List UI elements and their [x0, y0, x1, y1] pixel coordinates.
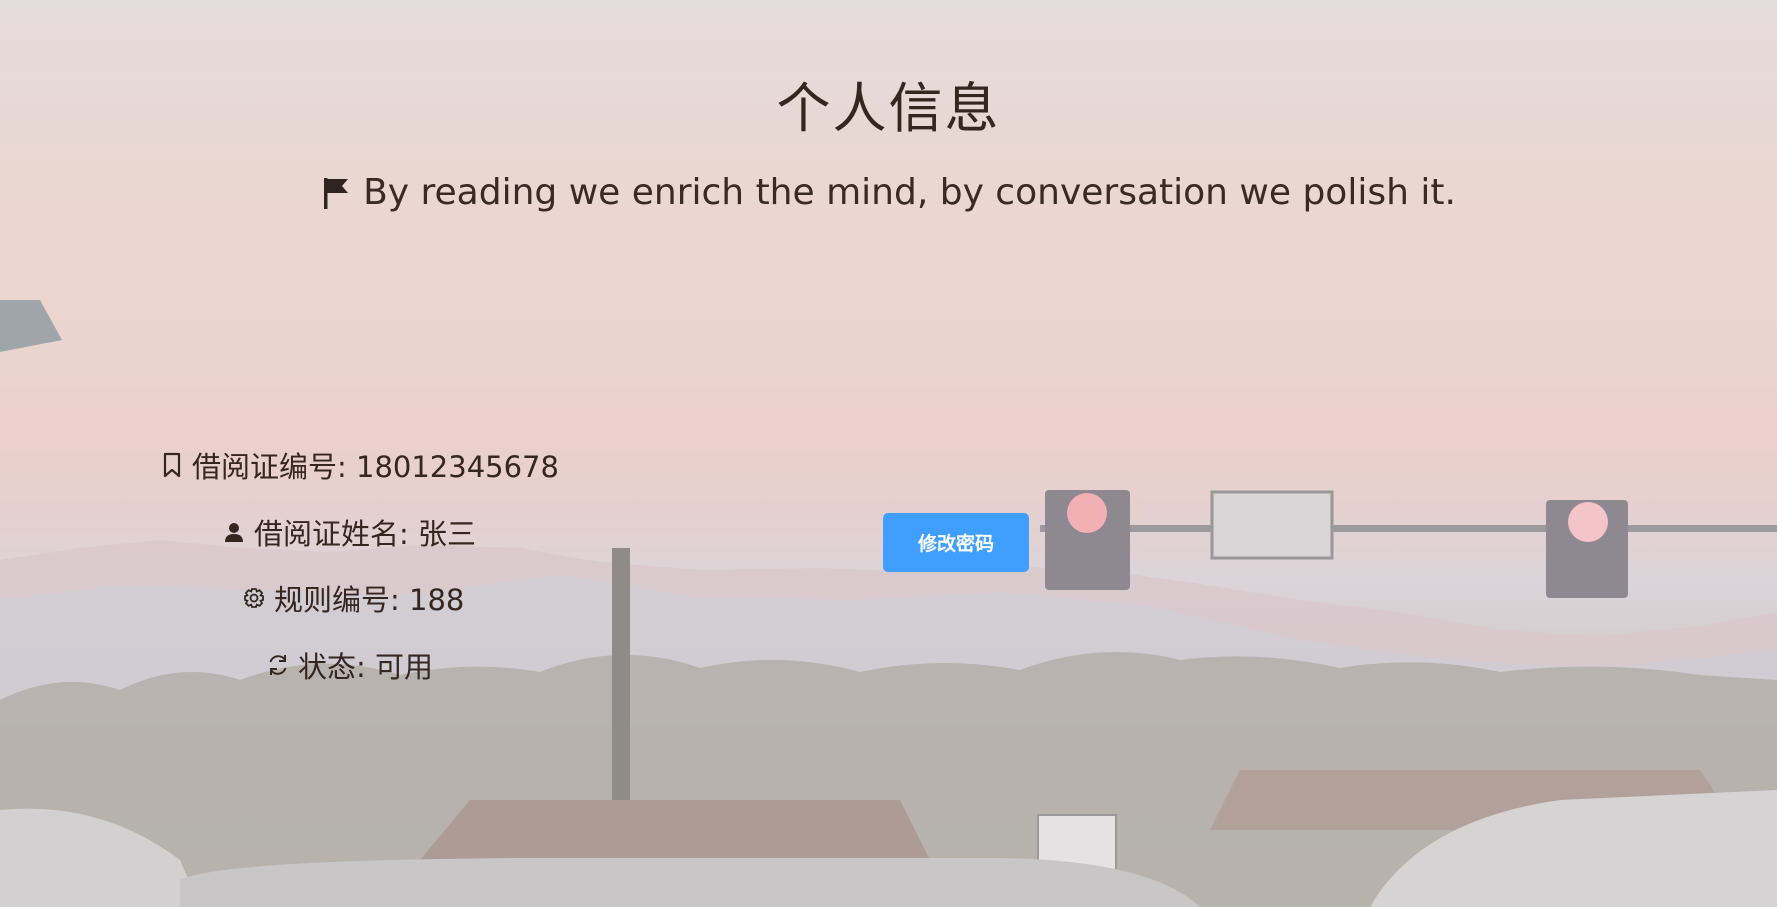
motto-text: By reading we enrich the mind, by conver…: [363, 172, 1456, 213]
status-row: 状态: 可用: [266, 644, 433, 686]
status-text: 状态: 可用: [298, 650, 433, 684]
car-center: [180, 858, 1200, 907]
card-name-row: 借阅证姓名: 张三: [222, 511, 476, 553]
profile-page: 个人信息 By reading we enrich the mind, by c…: [0, 0, 1777, 907]
flag-icon: [324, 177, 349, 209]
rule-number-text: 规则编号: 188: [274, 583, 465, 617]
bookmark-icon: [163, 452, 181, 478]
rule-number-row: 规则编号: 188: [242, 577, 464, 619]
refresh-icon: [269, 655, 287, 675]
card-number-text: 借阅证编号: 18012345678: [192, 450, 559, 484]
page-title: 个人信息: [776, 77, 1001, 141]
lane-sign: [1210, 490, 1334, 560]
user-icon: [225, 523, 243, 542]
card-name-text: 借阅证姓名: 张三: [254, 517, 476, 551]
street-lamp: [0, 300, 62, 352]
card-number-row: 借阅证编号: 18012345678: [160, 444, 559, 486]
signal-arm: [1040, 525, 1777, 532]
change-password-button[interactable]: 修改密码: [883, 513, 1029, 572]
gear-icon: [244, 588, 264, 608]
roof-left: [420, 800, 930, 860]
motto: By reading we enrich the mind, by conver…: [0, 172, 1777, 213]
